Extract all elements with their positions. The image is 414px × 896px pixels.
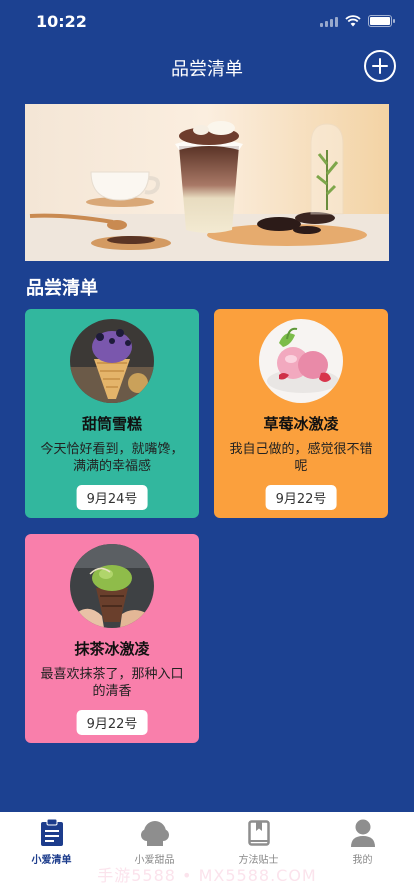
card-description: 我自己做的，感觉很不错呢 — [229, 442, 373, 474]
card-name: 抹茶冰激凌 — [74, 640, 150, 658]
dessert-icon — [103, 818, 206, 848]
card-photo — [70, 544, 154, 628]
tasting-card[interactable]: 草莓冰激凌 我自己做的，感觉很不错呢 9月22号 — [214, 309, 388, 518]
section-title: 品尝清单 — [26, 278, 98, 299]
user-icon — [311, 818, 414, 848]
card-description: 最喜欢抹茶了，那种入口的清香 — [40, 667, 184, 699]
tasting-card[interactable]: 甜筒雪糕 今天恰好看到，就嘴馋，满满的幸福感 9月24号 — [25, 309, 199, 518]
banner-image — [25, 104, 389, 261]
card-description: 今天恰好看到，就嘴馋，满满的幸福感 — [40, 442, 184, 474]
signal-icon — [320, 16, 338, 27]
battery-icon — [368, 15, 395, 27]
status-icons — [320, 15, 395, 27]
card-photo — [259, 319, 343, 403]
add-button[interactable] — [364, 50, 396, 82]
card-date-badge: 9月22号 — [265, 485, 337, 510]
card-name: 草莓冰激凌 — [263, 415, 339, 433]
page-title: 品尝清单 — [171, 59, 243, 80]
card-photo — [70, 319, 154, 403]
status-bar: 10:22 — [0, 0, 414, 44]
status-time: 10:22 — [36, 12, 87, 31]
tab-tasting-list[interactable]: 小爱清单 — [0, 818, 103, 866]
tab-profile[interactable]: 我的 — [311, 818, 414, 866]
tab-tips[interactable]: 方法贴士 — [207, 818, 310, 866]
card-name: 甜筒雪糕 — [81, 415, 142, 433]
watermark-text: 手游5588 • MX5588.COM — [97, 866, 317, 885]
tab-desserts[interactable]: 小爱甜品 — [103, 818, 206, 866]
clipboard-icon — [0, 818, 103, 848]
tasting-card[interactable]: 抹茶冰激凌 最喜欢抹茶了，那种入口的清香 9月22号 — [25, 534, 199, 743]
card-date-badge: 9月24号 — [76, 485, 148, 510]
wifi-icon — [345, 15, 361, 27]
book-icon — [207, 818, 310, 848]
card-date-badge: 9月22号 — [76, 710, 148, 735]
